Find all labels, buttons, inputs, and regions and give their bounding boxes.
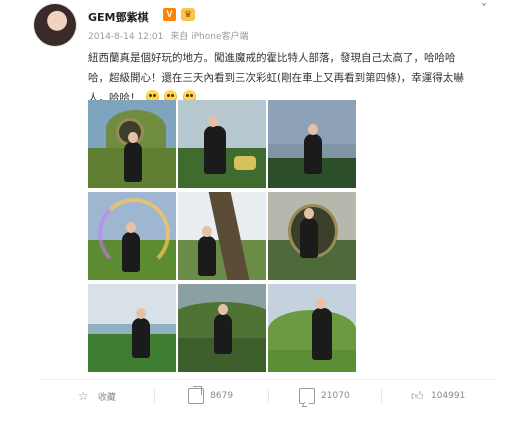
favorite-button[interactable]: ☆ 收藏 [40, 380, 154, 412]
favorite-label: 收藏 [97, 392, 116, 403]
photo-garden[interactable] [178, 284, 266, 372]
photo-smiling-selfie[interactable] [178, 100, 266, 188]
photo-lake[interactable] [268, 100, 356, 188]
photo-tree[interactable] [178, 192, 266, 280]
chevron-down-icon[interactable]: ˅ [476, 2, 492, 16]
post-text: 紐西蘭真是個好玩的地方。闖進魔戒的霍比特人部落，發現自己太高了，哈哈哈哈，超級開… [88, 48, 473, 108]
avatar[interactable] [34, 4, 76, 46]
repost-count: 8679 [210, 391, 234, 401]
post-action-toolbar: ☆ 收藏 8679 21070 👍︎ 104991 [40, 379, 495, 412]
verified-badge: V [163, 8, 176, 21]
post-body: 紐西蘭真是個好玩的地方。闖進魔戒的霍比特人部落，發現自己太高了，哈哈哈哈，超級開… [88, 52, 464, 104]
repost-icon [188, 388, 205, 404]
comment-button[interactable]: 21070 [267, 380, 382, 412]
comment-count: 21070 [321, 391, 350, 401]
like-count: 104991 [430, 391, 466, 401]
star-icon: ☆ [77, 389, 89, 403]
photo-grid [88, 100, 357, 372]
photo-hobbit-door[interactable] [88, 100, 176, 188]
username-link[interactable]: GEM鄧紫棋 [88, 9, 149, 25]
weibo-post-card: GEM鄧紫棋 V ♛ 2014-8-14 12:01 来自 iPhone客户端 … [0, 0, 520, 425]
thumbs-up-icon: 👍︎ [410, 389, 424, 403]
comment-icon [299, 388, 316, 404]
crown-badge-icon: ♛ [181, 8, 195, 21]
photo-hill-path[interactable] [268, 284, 356, 372]
repost-button[interactable]: 8679 [153, 380, 268, 412]
post-timestamp[interactable]: 2014-8-14 12:01 [88, 32, 163, 42]
post-meta: 2014-8-14 12:01 来自 iPhone客户端 [88, 29, 253, 42]
photo-round-door[interactable] [268, 192, 356, 280]
like-button[interactable]: 👍︎ 104991 [381, 380, 495, 412]
photo-field[interactable] [88, 284, 176, 372]
post-source: 来自 iPhone客户端 [170, 32, 249, 42]
photo-rainbow[interactable] [88, 192, 176, 280]
